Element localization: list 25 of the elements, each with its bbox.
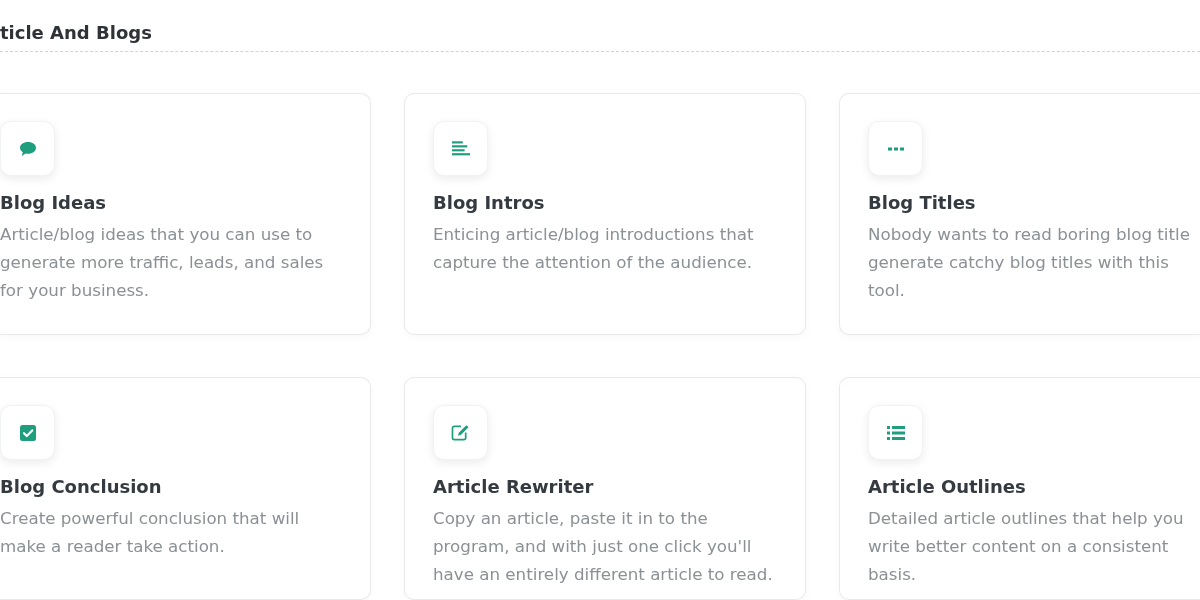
tool-description: Enticing article/blog introductions that capture the attention of the audience.	[433, 223, 755, 274]
text-lines-icon	[433, 121, 488, 176]
pencil-square-icon	[433, 405, 488, 460]
tool-card[interactable]: Blog Titles Nobody wants to read boring blog title generate catchy blog titles with this tool.	[839, 93, 1200, 335]
tool-title: Article Rewriter	[433, 475, 594, 499]
section-heading: ticle And Blogs	[0, 0, 1200, 52]
tool-title: Blog Intros	[433, 191, 545, 215]
tool-title: Blog Conclusion	[0, 475, 162, 499]
tool-description: Detailed article outlines that help you write better content on a consistent basis.	[868, 507, 1185, 586]
tool-description: Create powerful conclusion that will make a reader take action.	[0, 507, 301, 558]
bulleted-list-icon	[868, 405, 923, 460]
tool-card[interactable]: Article Rewriter Copy an article, paste it in to the program, and with just one click you'll have an entirely different article to read.	[404, 377, 806, 600]
tool-title: Blog Ideas	[0, 191, 107, 215]
speech-bubble-icon	[0, 121, 55, 176]
tool-description: Copy an article, paste it in to the program, and with just one click you'll have an entirely different article to read.	[433, 507, 774, 586]
tool-description: Nobody wants to read boring blog title generate catchy blog titles with this tool.	[868, 223, 1191, 302]
tool-card[interactable]: Blog Conclusion Create powerful conclusion that will make a reader take action.	[0, 377, 371, 600]
ellipsis-icon	[868, 121, 923, 176]
tool-card[interactable]: Blog Intros Enticing article/blog introductions that capture the attention of the audience.	[404, 93, 806, 335]
tool-title: Article Outlines	[868, 475, 1026, 499]
tool-description: Article/blog ideas that you can use to generate more traffic, leads, and sales for your business.	[0, 223, 325, 302]
tool-card[interactable]: Article Outlines Detailed article outlines that help you write better content on a consistent basis.	[839, 377, 1200, 600]
tool-card[interactable]: Blog Ideas Article/blog ideas that you can use to generate more traffic, leads, and sales for your business.	[0, 93, 371, 335]
tool-title: Blog Titles	[868, 191, 976, 215]
check-square-icon	[0, 405, 55, 460]
